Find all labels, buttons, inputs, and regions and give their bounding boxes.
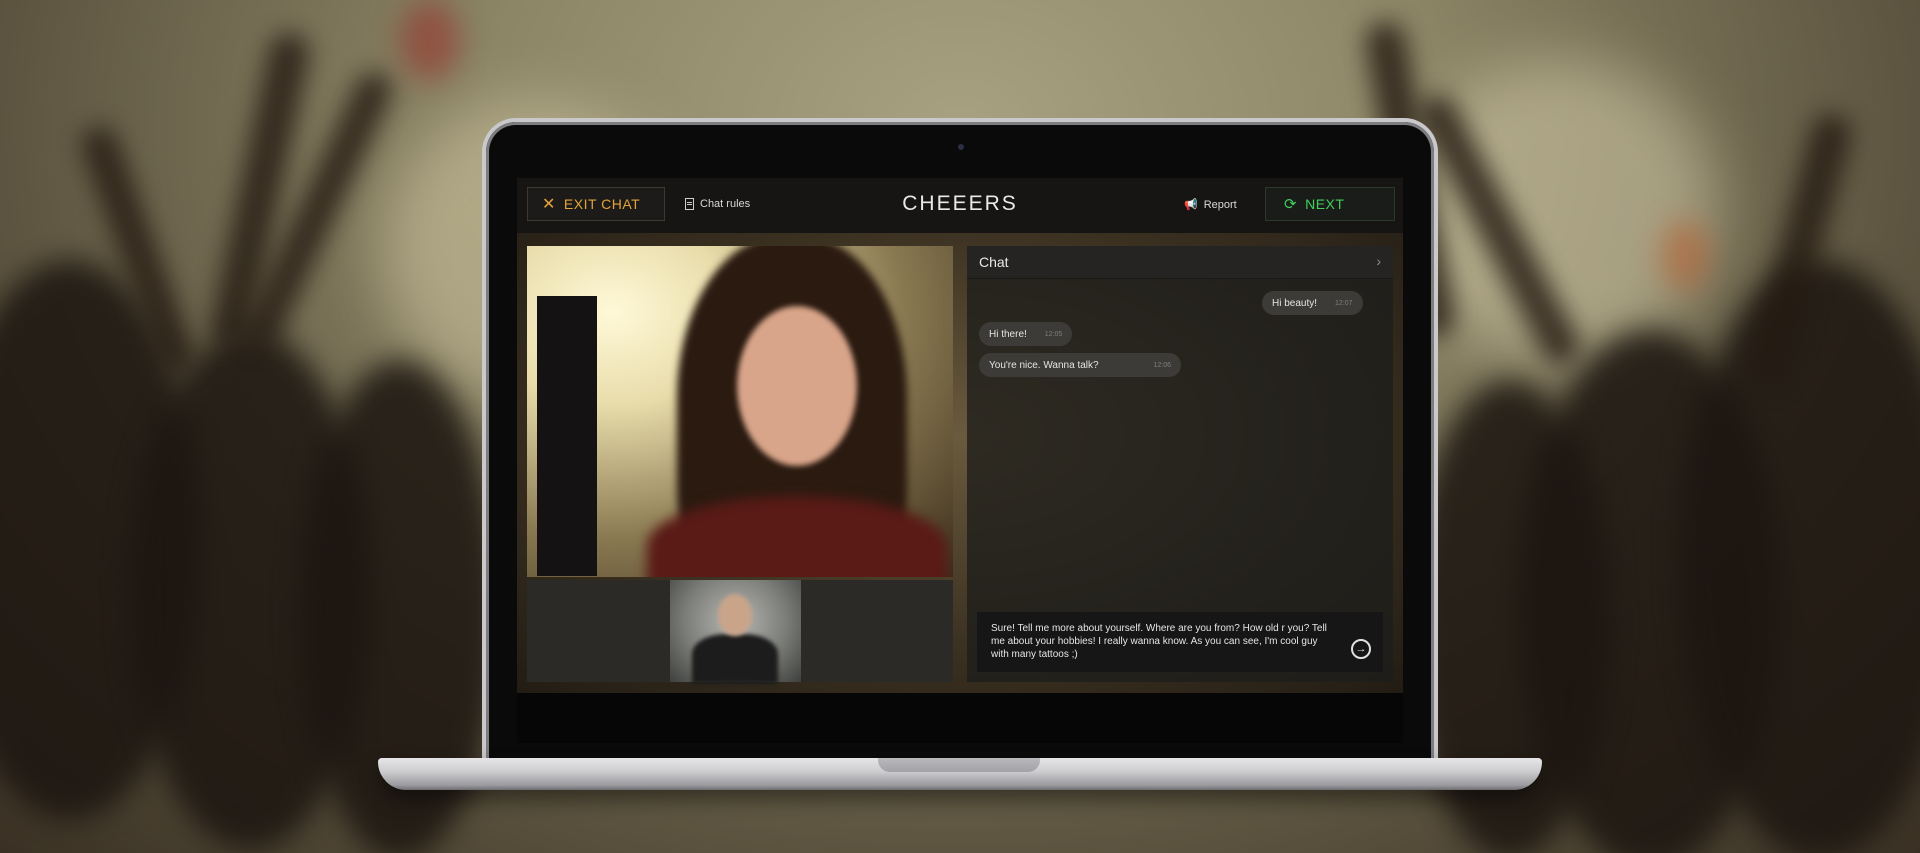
message-bubble: Hi beauty! 12:07 [1262, 291, 1363, 315]
message-input-text: Sure! Tell me more about yourself. Where… [991, 623, 1327, 660]
chat-panel: Chat › Hi beauty! 12:07 Hi there! 12:05 … [967, 246, 1393, 682]
camera-icon [958, 144, 964, 150]
self-video-strip [527, 580, 953, 684]
message-text: Hi there! [989, 328, 1027, 340]
app-screen: ✕ EXIT CHAT Chat rules CHEEERS 📢 Report … [517, 178, 1403, 693]
laptop-notch [878, 758, 1040, 772]
report-label: Report [1203, 198, 1237, 211]
chevron-right-icon[interactable]: › [1376, 253, 1381, 269]
self-video [670, 580, 801, 684]
laptop-mockup: ✕ EXIT CHAT Chat rules CHEEERS 📢 Report … [486, 122, 1434, 762]
screen-bezel [517, 693, 1403, 743]
message-bubble: Hi there! 12:05 [979, 322, 1073, 346]
chat-title: Chat [979, 254, 1009, 270]
next-label: NEXT [1305, 196, 1345, 212]
chat-header: Chat › [967, 246, 1393, 279]
next-button[interactable]: ⟳ NEXT [1265, 187, 1395, 221]
megaphone-icon: 📢 [1184, 199, 1198, 211]
message-bubble: You're nice. Wanna talk? 12:06 [979, 353, 1181, 377]
send-arrow-icon[interactable]: → [1351, 639, 1371, 659]
report-button[interactable]: 📢 Report [1184, 198, 1237, 212]
refresh-icon: ⟳ [1284, 196, 1298, 213]
top-bar: ✕ EXIT CHAT Chat rules CHEEERS 📢 Report … [517, 178, 1403, 233]
laptop-base [378, 758, 1542, 790]
message-text: You're nice. Wanna talk? [989, 359, 1099, 371]
message-time: 12:07 [1335, 299, 1353, 307]
message-text: Hi beauty! [1272, 297, 1318, 309]
message-time: 12:06 [1153, 361, 1171, 369]
partner-video [527, 246, 953, 577]
message-input[interactable]: Sure! Tell me more about yourself. Where… [977, 612, 1383, 672]
message-time: 12:05 [1044, 330, 1063, 338]
